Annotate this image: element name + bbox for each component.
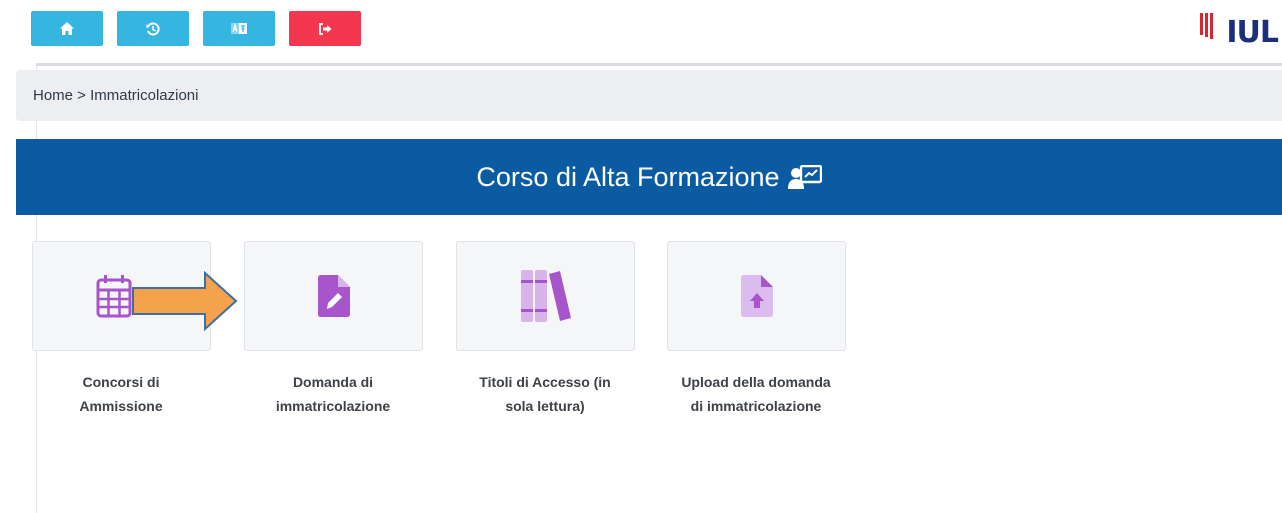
history-icon: [146, 22, 160, 35]
breadcrumb: Home > Immatricolazioni: [16, 70, 1282, 121]
tile-titoli-accesso[interactable]: [456, 241, 635, 351]
translate-icon: [231, 23, 247, 34]
language-button[interactable]: [203, 11, 275, 46]
tile-label-line: Ammissione: [79, 398, 163, 414]
logo-stripes-icon: [1200, 13, 1213, 39]
logo-text: IUL: [1226, 15, 1279, 50]
tile-label-line: sola lettura): [505, 398, 585, 414]
tile-label-upload: Upload della domanda di immatricolazione: [666, 370, 846, 418]
tile-upload-domanda[interactable]: [667, 241, 846, 351]
header-divider: [36, 63, 1282, 66]
tile-label-line: Titoli di Accesso (in: [479, 374, 611, 390]
logout-button[interactable]: [289, 11, 361, 46]
home-icon: [60, 22, 74, 35]
tile-domanda-immatricolazione[interactable]: [244, 241, 423, 351]
tile-label-domanda: Domanda di immatricolazione: [243, 370, 423, 418]
tile-label-line: Upload della domanda: [681, 374, 831, 390]
file-edit-icon: [317, 275, 350, 317]
breadcrumb-current: Immatricolazioni: [90, 87, 199, 104]
tile-label-line: Domanda di: [292, 374, 374, 390]
breadcrumb-home[interactable]: Home: [33, 87, 73, 104]
books-icon: [520, 270, 571, 322]
tile-label-line: Concorsi di: [82, 374, 160, 390]
orange-arrow-annotation: [132, 271, 238, 331]
tile-label-line: immatricolazione: [275, 398, 391, 414]
page-title: Corso di Alta Formazione: [476, 161, 780, 192]
history-button[interactable]: [117, 11, 189, 46]
university-logo: IUL: [1200, 11, 1280, 50]
file-upload-icon: [740, 275, 773, 317]
calendar-icon: [96, 275, 131, 318]
tile-label-line: di immatricolazione: [690, 398, 822, 414]
section-banner: Corso di Alta Formazione: [16, 139, 1282, 215]
logout-icon: [318, 22, 331, 35]
presentation-icon: [787, 165, 822, 189]
tile-label-concorsi: Concorsi di Ammissione: [31, 370, 211, 418]
home-button[interactable]: [31, 11, 103, 46]
tile-label-titoli: Titoli di Accesso (in sola lettura): [455, 370, 635, 418]
breadcrumb-separator: >: [73, 87, 91, 104]
